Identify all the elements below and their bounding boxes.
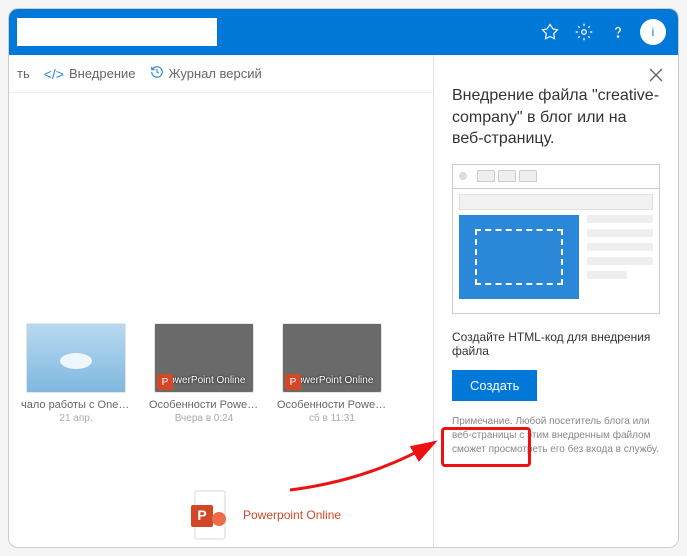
powerpoint-badge-icon: P: [157, 374, 173, 390]
thumb-caption: PowerPoint Online: [291, 375, 374, 386]
embed-icon: </>: [44, 66, 64, 82]
panel-subtitle: Создайте HTML-код для внедрения файла: [452, 330, 660, 358]
history-icon: [150, 65, 164, 82]
embed-panel: Внедрение файла "creative-company" в бло…: [433, 55, 678, 547]
file-name: Powerpoint Online: [243, 508, 341, 522]
file-thumbnail: [26, 323, 126, 393]
powerpoint-badge-icon: P: [285, 374, 301, 390]
svg-text:P: P: [197, 507, 206, 523]
file-date: 21 апр.: [59, 413, 92, 424]
panel-title: Внедрение файла "creative-company" в бло…: [452, 85, 660, 150]
toolbar-label: Журнал версий: [169, 66, 262, 81]
create-button[interactable]: Создать: [452, 370, 537, 401]
search-input[interactable]: [17, 18, 217, 46]
premium-icon[interactable]: [536, 18, 564, 46]
toolbar-label: ть: [17, 66, 30, 81]
toolbar-item-partial[interactable]: ть: [17, 66, 30, 81]
file-thumbnail: PowerPoint Online P: [282, 323, 382, 393]
file-item[interactable]: PowerPoint Online P Особенности PowerPoi…: [149, 323, 259, 424]
toolbar-label: Внедрение: [69, 66, 136, 81]
file-thumbnail: PowerPoint Online P: [154, 323, 254, 393]
file-date: Вчера в 0:24: [175, 413, 234, 424]
file-item[interactable]: PowerPoint Online P Особенности PowerPoi…: [277, 323, 387, 424]
toolbar-versions[interactable]: Журнал версий: [150, 65, 262, 82]
gear-icon[interactable]: [570, 18, 598, 46]
thumb-caption: PowerPoint Online: [163, 375, 246, 386]
file-name: чало работы с OneD...: [21, 399, 131, 411]
file-date: сб в 11:31: [309, 413, 355, 424]
file-name: Особенности PowerPoi...: [149, 399, 259, 411]
preview-illustration: [452, 164, 660, 314]
close-icon[interactable]: [646, 65, 666, 85]
powerpoint-file-icon: P: [189, 489, 231, 541]
app-header: i: [9, 9, 678, 55]
file-item[interactable]: чало работы с OneD... 21 апр.: [21, 323, 131, 424]
file-name: Особенности PowerPoi...: [277, 399, 387, 411]
file-item-large[interactable]: P Powerpoint Online: [189, 489, 341, 541]
toolbar-embed[interactable]: </> Внедрение: [44, 66, 136, 82]
avatar[interactable]: i: [640, 19, 666, 45]
panel-note: Примечание. Любой посетитель блога или в…: [452, 415, 660, 457]
help-icon[interactable]: [604, 18, 632, 46]
